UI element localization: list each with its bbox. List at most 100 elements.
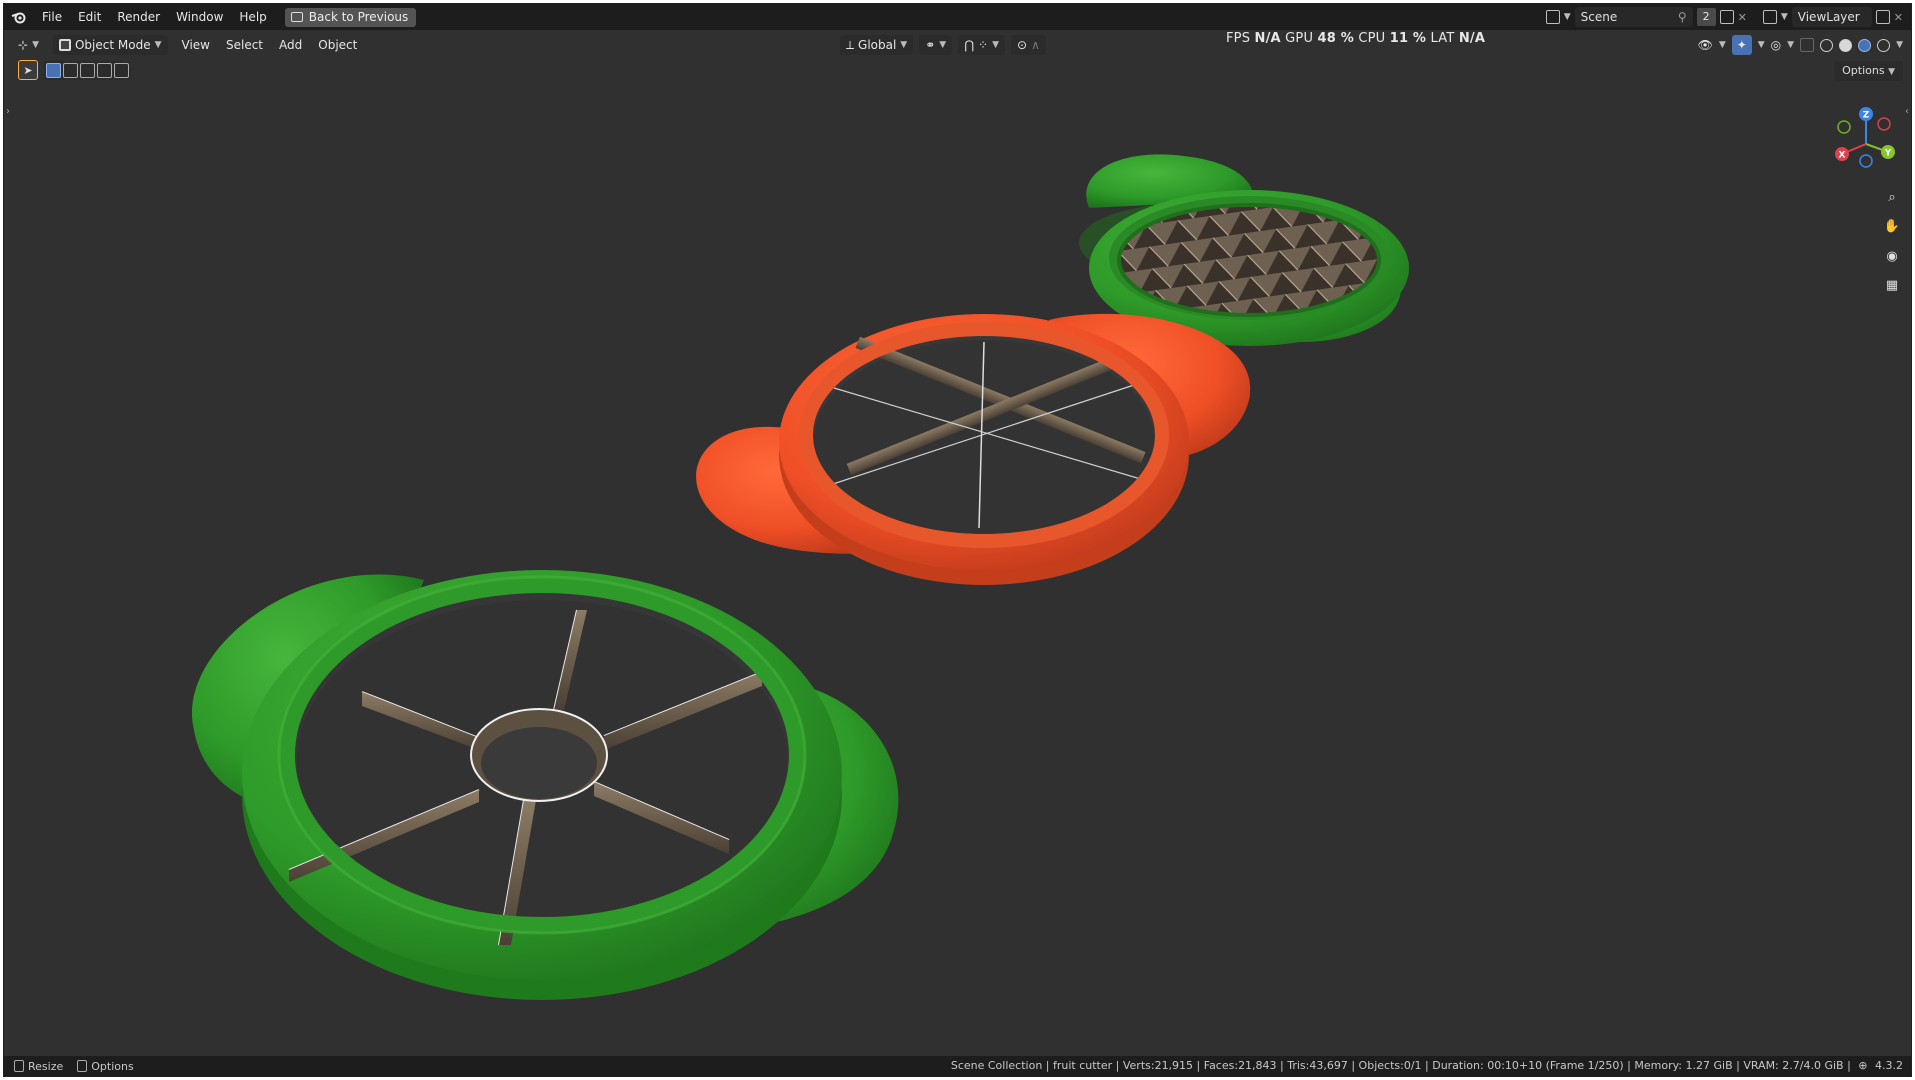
chevron-down-icon[interactable]: ▼ (1787, 40, 1794, 50)
view-layer-icon[interactable] (1762, 10, 1777, 24)
scene-statistics-text: Scene Collection | fruit cutter | Verts:… (950, 1059, 1851, 1072)
menu-view[interactable]: View (174, 32, 218, 58)
snap-grid-icon: ⁘ (978, 38, 989, 52)
cpu-label: CPU (1358, 31, 1386, 46)
fps-label: FPS (1226, 31, 1251, 46)
overlays-icon[interactable]: ◎ (1771, 38, 1781, 52)
cutter-front-green[interactable] (191, 570, 899, 1000)
menu-edit[interactable]: Edit (70, 4, 109, 30)
scene-selector[interactable]: Scene ⚲ (1574, 7, 1693, 27)
pivot-point-dropdown[interactable]: ⚭ ▼ (919, 35, 953, 55)
select-intersect-icon[interactable] (114, 62, 129, 78)
fps-value: N/A (1254, 31, 1281, 46)
back-to-previous-label: Back to Previous (308, 10, 409, 24)
select-extend-icon[interactable] (63, 62, 78, 78)
tool-settings-row: ➤ (18, 60, 131, 80)
zoom-icon[interactable]: ⌕ (1879, 184, 1905, 210)
options-dropdown[interactable]: Options ▼ (1834, 61, 1903, 81)
new-scene-icon[interactable] (1719, 10, 1734, 24)
camera-view-icon[interactable]: ◉ (1879, 243, 1905, 269)
options-hint-label: Options (91, 1059, 134, 1073)
proportional-editing-toggle[interactable]: ⊙ ∧ (1011, 35, 1046, 55)
falloff-icon: ∧ (1031, 38, 1040, 52)
editor-type-button[interactable]: ⊹ ▼ (12, 35, 45, 55)
selection-mode-group (44, 60, 131, 80)
chevron-down-icon[interactable]: ▼ (1564, 12, 1571, 22)
menu-object[interactable]: Object (310, 32, 365, 58)
transform-orientation-dropdown[interactable]: ⟂ Global ▼ (840, 35, 914, 55)
view-layer-name: ViewLayer (1797, 10, 1860, 24)
new-view-layer-icon[interactable] (1875, 10, 1890, 24)
material-preview-shading-icon[interactable] (1858, 38, 1872, 52)
wireframe-shading-icon[interactable] (1820, 38, 1834, 52)
scene-render (191, 154, 1409, 1000)
chevron-down-icon: ▼ (1888, 67, 1895, 77)
workspace-controls: ▼ Scene ⚲ 2 ✕ ▼ ViewLayer ✕ (1545, 7, 1903, 27)
3d-viewport[interactable]: › ‹ Z Y X ⌕ ✋ ◉ ▦ (4, 30, 1911, 1058)
orientation-label: Global (858, 38, 897, 52)
resize-hint-label: Resize (28, 1059, 64, 1073)
gizmo-toggle-icon[interactable]: ✦ (1731, 35, 1752, 55)
toolbar-expand-arrow[interactable]: › (6, 106, 10, 117)
scene-statistics: Scene Collection | fruit cutter | Verts:… (951, 1056, 1903, 1076)
cpu-value: 11 % (1389, 31, 1427, 46)
chevron-down-icon[interactable]: ▼ (1758, 40, 1765, 50)
cutter-middle-orange[interactable] (696, 313, 1251, 585)
solid-shading-icon[interactable] (1839, 38, 1853, 52)
resize-hint: Resize (14, 1059, 64, 1073)
gpu-value: 48 % (1317, 31, 1354, 46)
perspective-grid-icon[interactable]: ▦ (1879, 272, 1905, 298)
menu-add[interactable]: Add (271, 32, 310, 58)
status-hints: Resize Options (4, 1059, 134, 1073)
select-new-icon[interactable] (46, 62, 61, 78)
snap-toggle[interactable]: ⋂ ⁘ ▼ (958, 35, 1006, 55)
select-tool-icon[interactable]: ➤ (18, 60, 38, 80)
scene-name: Scene (1580, 10, 1618, 24)
status-bar: Resize Options Scene Collection | fruit … (4, 1056, 1911, 1076)
menu-window[interactable]: Window (168, 4, 231, 30)
blender-logo-icon[interactable] (4, 4, 34, 30)
xray-icon[interactable] (1800, 38, 1815, 52)
rendered-shading-icon[interactable] (1877, 38, 1891, 52)
view-layer-selector[interactable]: ViewLayer (1791, 7, 1872, 27)
object-mode-dropdown[interactable]: Object Mode ▼ (52, 35, 168, 55)
screen-icon (290, 12, 303, 22)
object-mode-label: Object Mode (74, 38, 151, 52)
scene-type-icon[interactable] (1545, 10, 1560, 24)
menu-file[interactable]: File (34, 4, 70, 30)
gizmo-x-label: X (1839, 151, 1846, 161)
chevron-down-icon[interactable]: ▼ (1781, 12, 1788, 22)
gizmo-z-label: Z (1863, 111, 1870, 121)
version-label: 4.3.2 (1875, 1059, 1903, 1072)
close-icon[interactable]: ✕ (1738, 11, 1747, 24)
pin-icon[interactable]: ⚲ (1678, 10, 1687, 24)
chevron-down-icon[interactable]: ▼ (1719, 40, 1726, 50)
gpu-label: GPU (1285, 31, 1314, 46)
performance-stats: FPS N/A GPU 48 % CPU 11 % LAT N/A (1226, 31, 1485, 46)
select-subtract-icon[interactable] (80, 62, 95, 78)
chevron-down-icon: ▼ (154, 40, 162, 50)
proportional-icon: ⊙ (1017, 38, 1028, 52)
viewport-display-tools: 👁 ▼ ✦ ▼ ◎ ▼ ▼ (1698, 35, 1903, 55)
menu-select[interactable]: Select (218, 32, 271, 58)
close-icon[interactable]: ✕ (1894, 11, 1903, 24)
options-hint: Options (77, 1059, 134, 1073)
navigation-gizmo[interactable]: Z Y X (1826, 104, 1906, 184)
visibility-icon[interactable]: 👁 (1698, 38, 1713, 52)
globe-icon: ⊕ (1858, 1059, 1868, 1072)
chevron-down-icon[interactable]: ▼ (1896, 40, 1903, 50)
options-label: Options (1842, 64, 1885, 77)
pan-hand-icon[interactable]: ✋ (1879, 213, 1905, 239)
blender-window: File Edit Render Window Help Back to Pre… (3, 3, 1912, 1077)
menu-render[interactable]: Render (109, 4, 168, 30)
scene-user-count: 2 (1696, 8, 1716, 26)
transform-tools: ⟂ Global ▼ ⚭ ▼ ⋂ ⁘ ▼ ⊙ ∧ (840, 35, 1046, 55)
select-invert-icon[interactable] (97, 62, 112, 78)
orientation-icon: ⟂ (846, 37, 855, 52)
menu-help[interactable]: Help (231, 4, 274, 30)
chevron-down-icon: ▼ (900, 40, 908, 50)
magnet-icon: ⋂ (964, 38, 975, 52)
back-to-previous-button[interactable]: Back to Previous (284, 7, 417, 27)
gizmo-y-label: Y (1884, 149, 1892, 159)
mouse-icon (77, 1059, 88, 1072)
